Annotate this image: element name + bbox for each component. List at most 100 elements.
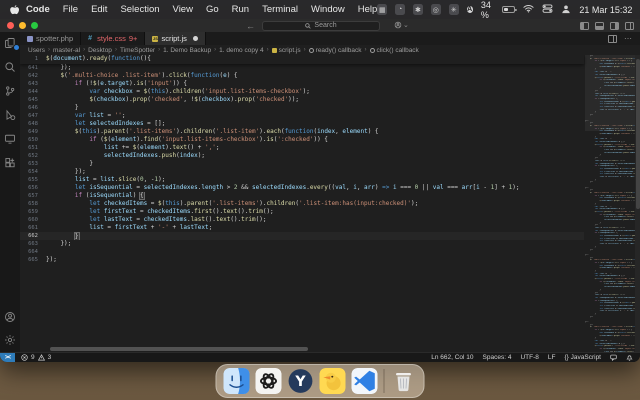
settings-gear-icon[interactable] bbox=[4, 333, 17, 346]
code-line-660[interactable]: 660 let lastText = checkedItems.last().t… bbox=[20, 216, 584, 224]
code-line-644[interactable]: 644 var checkbox = $(this).children('inp… bbox=[20, 88, 584, 96]
editor[interactable]: 1 $(document).ready(function(){ 641 }); 64… bbox=[20, 55, 640, 352]
dock-yandex-icon[interactable]: Y bbox=[288, 368, 314, 394]
code-line-663[interactable]: 663 }); bbox=[20, 240, 584, 248]
dock-duck-icon[interactable] bbox=[319, 368, 346, 394]
tab-style-css[interactable]: # style.css 9+ bbox=[81, 32, 146, 45]
cursor-position[interactable]: Ln 662, Col 10 bbox=[431, 354, 473, 361]
apple-menu-icon[interactable] bbox=[9, 4, 20, 16]
tab-script-js[interactable]: JS script.js bbox=[145, 32, 206, 45]
code-line-648[interactable]: 648 let selectedIndexes = []; bbox=[20, 120, 584, 128]
code-line-641[interactable]: 641 }); bbox=[20, 64, 584, 72]
code-line-652[interactable]: 652 selectedIndexes.push(index); bbox=[20, 152, 584, 160]
breadcrumb-item[interactable]: master-al bbox=[53, 47, 80, 54]
code-line-655[interactable]: 655 list = list.slice(0, -1); bbox=[20, 176, 584, 184]
breadcrumb-item[interactable]: TimeSpotter bbox=[120, 47, 155, 54]
code-line-642[interactable]: 642 $('.multi-choice .list-item').click(… bbox=[20, 72, 584, 80]
code-line-664[interactable]: 664 bbox=[20, 248, 584, 256]
code-line-651[interactable]: 651 list += $(element).text() + ','; bbox=[20, 144, 584, 152]
menu-item-run[interactable]: Run bbox=[232, 4, 249, 15]
code-line-659[interactable]: 659 let firstText = checkedItems.first()… bbox=[20, 208, 584, 216]
vertical-scrollbar[interactable] bbox=[635, 55, 640, 352]
breadcrumb-item[interactable]: ready() callback bbox=[308, 47, 362, 54]
profile-icon[interactable]: ⌄ bbox=[394, 21, 409, 29]
search-sidebar-icon[interactable] bbox=[4, 60, 17, 73]
menu-item-code[interactable]: Code bbox=[26, 4, 50, 15]
menu-item-help[interactable]: Help bbox=[358, 4, 378, 15]
zoom-window-button[interactable] bbox=[31, 22, 38, 29]
status-app-icon-1[interactable]: ▦ bbox=[377, 4, 388, 15]
toggle-secondary-sidebar-icon[interactable] bbox=[610, 21, 619, 30]
status-app-icon-4[interactable]: ◎ bbox=[430, 4, 441, 15]
menu-item-go[interactable]: Go bbox=[206, 4, 219, 15]
breadcrumb-item[interactable]: 1. demo copy 4 bbox=[219, 47, 263, 54]
code-line-1[interactable]: 1 $(document).ready(function(){ bbox=[20, 55, 584, 63]
wifi-icon[interactable] bbox=[523, 4, 534, 15]
code-line-661[interactable]: 661 list = firstText + '-' + lastText; bbox=[20, 224, 584, 232]
minimize-window-button[interactable] bbox=[19, 22, 26, 29]
back-icon[interactable]: ← bbox=[246, 21, 255, 31]
horizontal-scrollbar[interactable] bbox=[50, 347, 308, 351]
menu-item-window[interactable]: Window bbox=[311, 4, 345, 15]
control-center-icon[interactable] bbox=[542, 4, 553, 15]
breadcrumb-item[interactable]: click() callback bbox=[369, 47, 419, 54]
encoding-setting[interactable]: UTF-8 bbox=[520, 354, 538, 361]
menu-item-terminal[interactable]: Terminal bbox=[262, 4, 298, 15]
command-center-search[interactable]: Search bbox=[262, 20, 380, 31]
tab-spotter-php[interactable]: spotter.php bbox=[20, 32, 82, 45]
explorer-icon[interactable] bbox=[4, 36, 20, 51]
account-icon[interactable] bbox=[4, 310, 17, 323]
eol-setting[interactable]: LF bbox=[548, 354, 556, 361]
status-app-icon-3[interactable]: ✱ bbox=[413, 4, 423, 15]
close-window-button[interactable] bbox=[7, 22, 14, 29]
breadcrumb-item[interactable]: Users bbox=[28, 47, 45, 54]
remote-indicator[interactable]: >< bbox=[0, 353, 16, 362]
menubar-clock[interactable]: 21 Mar 15:32 bbox=[579, 5, 632, 15]
code-line-658[interactable]: 658 let checkedItems = $(this).parent('.… bbox=[20, 200, 584, 208]
problems-summary[interactable]: 9 3 bbox=[21, 354, 51, 361]
feedback-icon[interactable] bbox=[610, 354, 617, 361]
code-line-656[interactable]: 656 let isSequential = selectedIndexes.l… bbox=[20, 184, 584, 192]
menu-item-selection[interactable]: Selection bbox=[120, 4, 159, 15]
battery-indicator[interactable]: 34 % bbox=[481, 0, 518, 20]
code-line-657[interactable]: 657 if (isSequential) { bbox=[20, 192, 584, 200]
code-line-653[interactable]: 653 } bbox=[20, 160, 584, 168]
run-debug-icon[interactable] bbox=[4, 108, 17, 121]
menu-item-edit[interactable]: Edit bbox=[91, 4, 107, 15]
status-app-icon-5[interactable]: ✳ bbox=[448, 4, 459, 15]
indentation-setting[interactable]: Spaces: 4 bbox=[483, 354, 512, 361]
code-line-654[interactable]: 654 }); bbox=[20, 168, 584, 176]
unsaved-changes-dot[interactable] bbox=[192, 36, 198, 41]
customize-layout-icon[interactable] bbox=[625, 21, 634, 30]
language-mode[interactable]: {} JavaScript bbox=[564, 354, 601, 361]
dock-trash-icon[interactable] bbox=[391, 368, 417, 394]
dock-vscode-icon[interactable] bbox=[351, 368, 378, 394]
more-actions-icon[interactable]: ⋯ bbox=[624, 34, 632, 43]
breadcrumb-item[interactable]: Desktop bbox=[88, 47, 112, 54]
dock-finder-icon[interactable] bbox=[223, 368, 250, 394]
status-app-icon-2[interactable]: ◔ bbox=[395, 4, 406, 15]
extensions-icon[interactable] bbox=[4, 156, 17, 169]
code-line-665[interactable]: 665}); bbox=[20, 256, 584, 264]
breadcrumb-item[interactable]: script.js bbox=[271, 47, 301, 54]
code-line-649[interactable]: 649 $(this).parent('.list-items').childr… bbox=[20, 128, 584, 136]
code-line-646[interactable]: 646 } bbox=[20, 104, 584, 112]
code-line-647[interactable]: 647 var list = ''; bbox=[20, 112, 584, 120]
code-line-650[interactable]: 650 if ($(element).find('input.list-item… bbox=[20, 136, 584, 144]
menu-item-view[interactable]: View bbox=[173, 4, 193, 15]
code-line-662[interactable]: 662 } bbox=[20, 232, 584, 240]
remote-explorer-icon[interactable] bbox=[4, 132, 17, 145]
split-editor-icon[interactable] bbox=[608, 34, 617, 43]
source-control-icon[interactable] bbox=[4, 84, 17, 97]
toggle-sidebar-icon[interactable] bbox=[580, 21, 589, 30]
notifications-bell-icon[interactable] bbox=[626, 354, 633, 361]
breadcrumb-item[interactable]: 1. Demo Backup bbox=[163, 47, 211, 54]
input-source-icon[interactable]: A bbox=[466, 6, 473, 13]
dock-chatgpt-icon[interactable] bbox=[255, 368, 282, 394]
menu-item-file[interactable]: File bbox=[63, 4, 78, 15]
sticky-scroll-line[interactable]: 1 $(document).ready(function(){ bbox=[20, 55, 584, 64]
code-line-645[interactable]: 645 $(checkbox).prop('checked', !$(check… bbox=[20, 96, 584, 104]
user-menu-icon[interactable] bbox=[561, 4, 571, 16]
code-line-643[interactable]: 643 if (!$(e.target).is('input')) { bbox=[20, 80, 584, 88]
toggle-panel-icon[interactable] bbox=[595, 21, 604, 30]
